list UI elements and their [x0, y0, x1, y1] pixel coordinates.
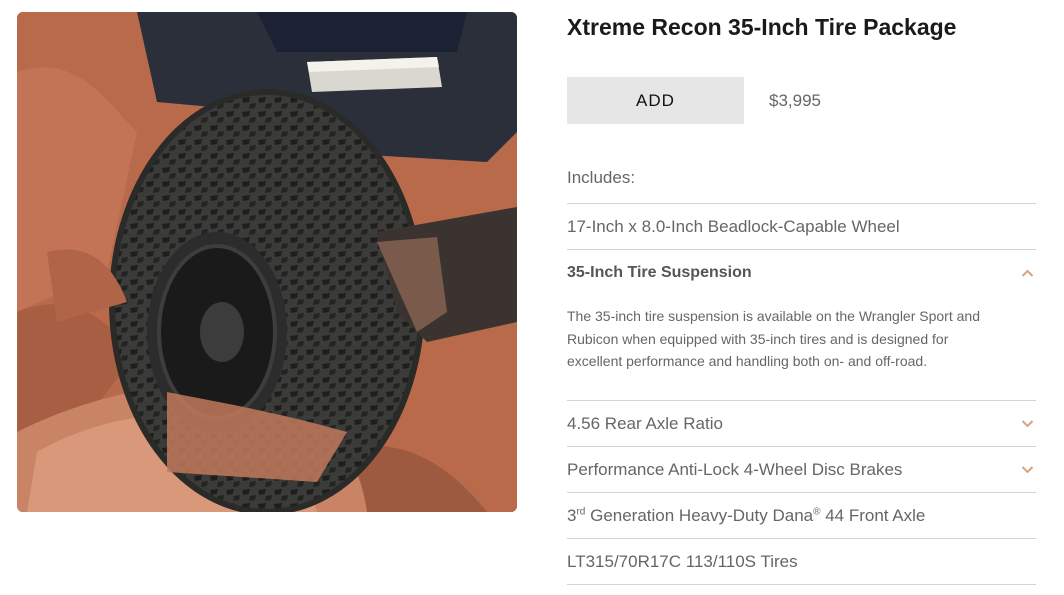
- accordion-title: 4.56 Rear Axle Ratio: [567, 413, 723, 433]
- product-price: $3,995: [769, 91, 821, 110]
- product-title: Xtreme Recon 35-Inch Tire Package: [567, 14, 957, 40]
- accordion-title: Performance Anti-Lock 4-Wheel Disc Brake…: [567, 459, 903, 479]
- includes-label: Includes:: [567, 168, 636, 187]
- list-item-label: 3rd Generation Heavy-Duty Dana® 44 Front…: [567, 506, 925, 526]
- list-item-label: LT315/70R17C 113/110S Tires: [567, 551, 798, 571]
- chevron-down-icon[interactable]: [1021, 418, 1034, 430]
- list-item-wheel: 17-Inch x 8.0-Inch Beadlock-Capable Whee…: [567, 204, 1036, 250]
- description-line: excellent performance and handling both …: [567, 353, 928, 369]
- list-item-tires: LT315/70R17C 113/110S Tires: [567, 539, 1036, 585]
- list-item-front-axle: 3rd Generation Heavy-Duty Dana® 44 Front…: [567, 493, 1036, 539]
- accordion-content-suspension: The 35-inch tire suspension is available…: [567, 295, 1036, 401]
- list-item-label: 17-Inch x 8.0-Inch Beadlock-Capable Whee…: [567, 216, 900, 236]
- includes-list: 17-Inch x 8.0-Inch Beadlock-Capable Whee…: [567, 203, 1036, 585]
- chevron-down-icon[interactable]: [1021, 464, 1034, 476]
- add-button[interactable]: ADD: [567, 77, 744, 124]
- description-line: The 35-inch tire suspension is available…: [567, 308, 980, 324]
- product-image: [17, 12, 517, 512]
- description-line: Rubicon when equipped with 35-inch tires…: [567, 330, 949, 347]
- accordion-header-brakes[interactable]: Performance Anti-Lock 4-Wheel Disc Brake…: [567, 447, 1036, 493]
- accordion-header-axle-ratio[interactable]: 4.56 Rear Axle Ratio: [567, 401, 1036, 447]
- accordion-title: 35-Inch Tire Suspension: [567, 263, 752, 281]
- front-axle-text: Generation Heavy-Duty Dana: [585, 505, 814, 525]
- accordion-header-suspension[interactable]: 35-Inch Tire Suspension: [567, 250, 1036, 295]
- chevron-up-icon[interactable]: [1021, 267, 1034, 279]
- front-axle-text-end: 44 Front Axle: [820, 505, 926, 525]
